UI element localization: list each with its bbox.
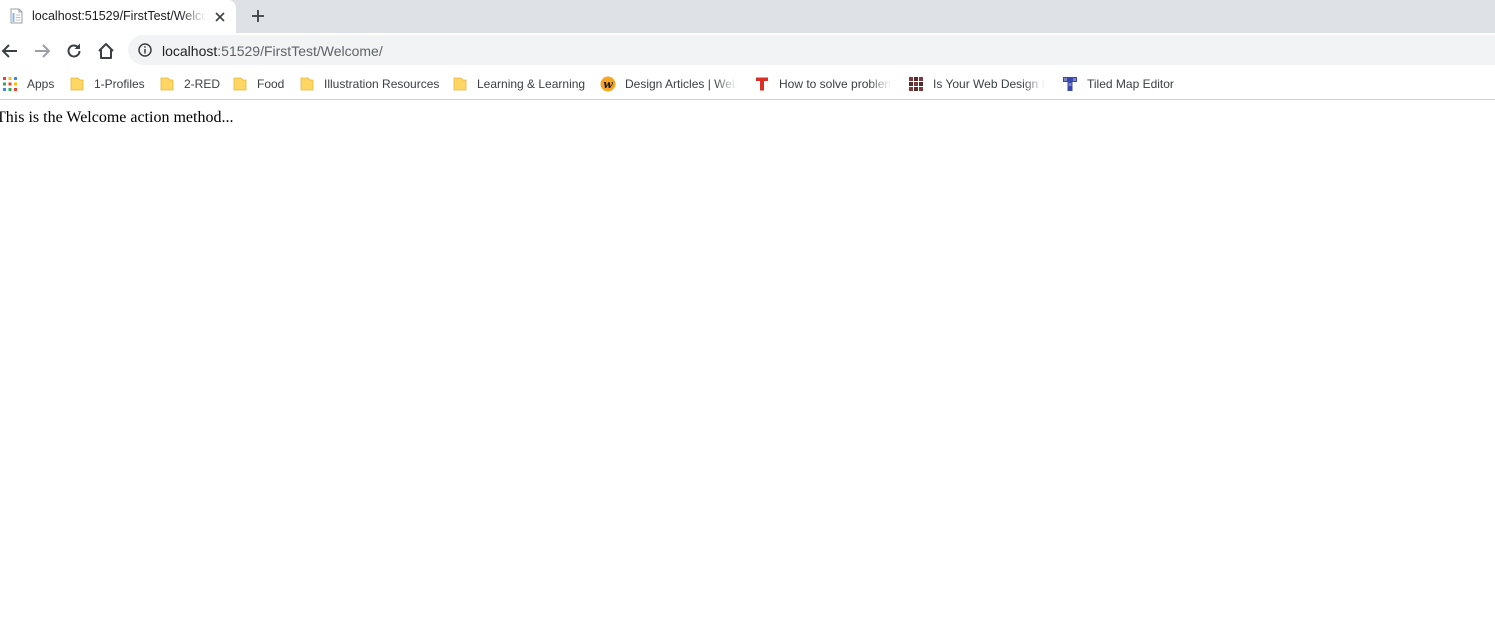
reload-icon[interactable] — [64, 41, 84, 61]
bookmark-label: Learning & Learning — [477, 77, 586, 91]
folder-icon — [232, 76, 248, 92]
grid-logo-icon — [908, 76, 924, 92]
url-host: localhost — [162, 43, 218, 59]
bookmark-label: 2-RED — [184, 77, 221, 91]
bookmark-label: Food — [257, 77, 285, 91]
bookmark-food[interactable]: Food — [232, 75, 284, 93]
arrow-right-icon[interactable] — [32, 41, 52, 61]
bookmark-label: Is Your Web Design B — [933, 77, 1045, 91]
bookmark-is-your-web-design[interactable]: Is Your Web Design B — [908, 75, 1045, 93]
bookmarks-bar: Apps 1-Profiles 2-RED Food Illustration … — [0, 69, 1495, 100]
url-path: :51529/FirstTest/Welcome/ — [217, 43, 383, 59]
tab-title: localhost:51529/FirstTest/Welcome/ — [32, 9, 206, 23]
w-logo-icon: w — [600, 76, 616, 92]
bookmark-label: How to solve problem — [779, 77, 891, 91]
bookmark-1-profiles[interactable]: 1-Profiles — [69, 75, 145, 93]
tab-strip: localhost:51529/FirstTest/Welcome/ — [0, 0, 1495, 33]
bookmark-apps[interactable]: Apps — [2, 75, 54, 93]
folder-icon — [299, 76, 315, 92]
folder-icon — [69, 76, 85, 92]
bookmark-label: Tiled Map Editor — [1087, 77, 1174, 91]
new-tab-plus-icon[interactable] — [248, 6, 268, 26]
svg-text:w: w — [603, 78, 613, 91]
folder-icon — [452, 76, 468, 92]
bookmark-label: 1-Profiles — [94, 77, 145, 91]
active-tab[interactable]: localhost:51529/FirstTest/Welcome/ — [0, 0, 236, 33]
page-document-icon — [9, 8, 24, 24]
home-icon[interactable] — [96, 41, 116, 61]
bookmark-how-to-solve[interactable]: How to solve problem — [754, 75, 891, 93]
folder-icon — [159, 76, 175, 92]
arrow-left-icon[interactable] — [0, 41, 20, 61]
bookmark-tiled-map-editor[interactable]: Tiled Map Editor — [1062, 75, 1174, 93]
bookmark-label: Design Articles | Web — [625, 77, 737, 91]
t-logo-icon — [754, 76, 770, 92]
browser-toolbar: localhost:51529/FirstTest/Welcome/ — [0, 33, 1495, 69]
tiled-logo-icon — [1062, 76, 1078, 92]
close-icon[interactable] — [212, 9, 228, 25]
bookmark-label: Apps — [27, 77, 55, 91]
bookmark-2-red[interactable]: 2-RED — [159, 75, 220, 93]
url-text[interactable]: localhost:51529/FirstTest/Welcome/ — [162, 43, 383, 59]
bookmark-illustration-resources[interactable]: Illustration Resources — [299, 75, 439, 93]
page-content: This is the Welcome action method... — [0, 101, 1495, 635]
bookmark-label: Illustration Resources — [324, 77, 440, 91]
apps-grid-icon — [2, 76, 18, 92]
info-circle-icon[interactable] — [138, 43, 152, 57]
address-bar[interactable]: localhost:51529/FirstTest/Welcome/ — [128, 35, 1495, 65]
bookmark-learning[interactable]: Learning & Learning — [452, 75, 585, 93]
bookmark-design-articles[interactable]: w Design Articles | Web — [600, 75, 737, 93]
welcome-text: This is the Welcome action method... — [0, 109, 234, 126]
